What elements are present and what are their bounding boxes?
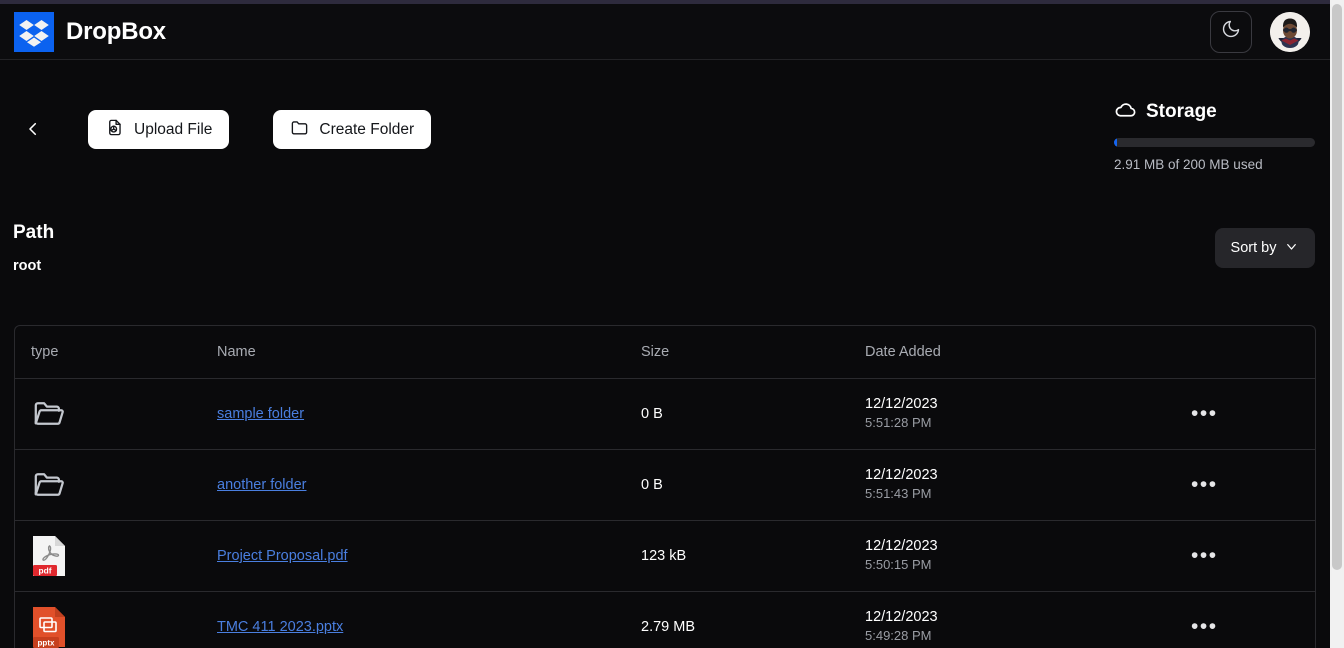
- sort-by-label: Sort by: [1230, 240, 1277, 256]
- file-time: 5:51:28 PM: [865, 415, 932, 431]
- file-type-cell: pdf: [15, 535, 217, 577]
- row-menu-button[interactable]: •••: [1191, 474, 1218, 495]
- brand-name: DropBox: [66, 17, 166, 45]
- file-upload-icon: [105, 118, 124, 142]
- file-type-cell: [15, 396, 217, 432]
- row-menu-button[interactable]: •••: [1191, 616, 1218, 637]
- file-time: 5:51:43 PM: [865, 486, 932, 502]
- row-actions-cell: •••: [1171, 545, 1315, 566]
- file-table: type Name Size Date Added sample folder 0…: [14, 325, 1316, 648]
- svg-text:pdf: pdf: [38, 565, 51, 575]
- create-folder-label: Create Folder: [319, 120, 415, 138]
- file-type-cell: pptx: [15, 606, 217, 648]
- moon-icon: [1221, 19, 1241, 44]
- upload-file-label: Upload File: [134, 120, 213, 138]
- row-actions-cell: •••: [1171, 474, 1315, 495]
- column-header-name: Name: [217, 344, 256, 360]
- file-name-cell: another folder: [217, 476, 641, 494]
- file-name-link[interactable]: sample folder: [217, 406, 304, 422]
- page-scrollbar[interactable]: [1330, 0, 1344, 648]
- storage-progress-fill: [1114, 138, 1117, 147]
- storage-usage-text: 2.91 MB of 200 MB used: [1114, 157, 1263, 172]
- file-date: 12/12/2023: [865, 537, 938, 554]
- file-date: 12/12/2023: [865, 395, 938, 412]
- file-name-cell: Project Proposal.pdf: [217, 547, 641, 565]
- row-menu-button[interactable]: •••: [1191, 545, 1218, 566]
- file-date-cell: 12/12/2023 5:50:15 PM: [865, 537, 1171, 575]
- folder-open-icon: [31, 396, 217, 432]
- chevron-down-icon: [1284, 239, 1299, 258]
- file-name-cell: TMC 411 2023.pptx: [217, 618, 641, 636]
- column-header-type: type: [31, 344, 59, 360]
- file-type-cell: [15, 467, 217, 503]
- file-date-cell: 12/12/2023 5:49:28 PM: [865, 608, 1171, 646]
- file-date: 12/12/2023: [865, 608, 938, 625]
- file-time: 5:49:28 PM: [865, 628, 932, 644]
- brand[interactable]: DropBox: [14, 11, 166, 52]
- file-size-cell: 0 B: [641, 406, 663, 422]
- column-header-size: Size: [641, 344, 670, 360]
- column-header-date: Date Added: [865, 344, 941, 360]
- dropbox-logo-icon: [14, 11, 54, 52]
- chevron-left-icon: [24, 120, 42, 141]
- dropbox-app: DropBox Upload File Create Folder Storag…: [0, 0, 1344, 648]
- pptx-file-icon: pptx: [31, 606, 217, 648]
- file-name-link[interactable]: Project Proposal.pdf: [217, 548, 348, 564]
- path-block: Path root: [13, 221, 54, 274]
- storage-progress-bar: [1114, 138, 1315, 147]
- table-row[interactable]: sample folder 0 B 12/12/2023 5:51:28 PM •••: [15, 379, 1315, 450]
- file-date-cell: 12/12/2023 5:51:43 PM: [865, 466, 1171, 504]
- path-value[interactable]: root: [13, 258, 54, 274]
- row-menu-button[interactable]: •••: [1191, 403, 1218, 424]
- page-scrollbar-thumb[interactable]: [1332, 4, 1342, 570]
- table-row[interactable]: pdf Project Proposal.pdf 123 kB 12/12/2023 5…: [15, 521, 1315, 592]
- back-button[interactable]: [16, 113, 50, 147]
- header-actions: [1210, 10, 1310, 53]
- file-name-link[interactable]: TMC 411 2023.pptx: [217, 619, 343, 635]
- folder-icon: [290, 118, 309, 142]
- path-title: Path: [13, 222, 55, 243]
- file-date-cell: 12/12/2023 5:51:28 PM: [865, 395, 1171, 433]
- file-time: 5:50:15 PM: [865, 557, 932, 573]
- table-row[interactable]: pptx TMC 411 2023.pptx 2.79 MB 12/12/2023 5:…: [15, 592, 1315, 648]
- file-name-link[interactable]: another folder: [217, 477, 306, 493]
- table-header-row: type Name Size Date Added: [15, 326, 1315, 379]
- cloud-icon: [1114, 98, 1137, 126]
- theme-toggle-button[interactable]: [1210, 10, 1252, 53]
- folder-open-icon: [31, 467, 217, 503]
- storage-title: Storage: [1146, 101, 1217, 122]
- upload-file-button[interactable]: Upload File: [88, 110, 230, 149]
- pdf-file-icon: pdf: [31, 535, 217, 577]
- avatar[interactable]: [1270, 11, 1310, 52]
- file-name-cell: sample folder: [217, 405, 641, 423]
- storage-panel: Storage 2.91 MB of 200 MB used: [1114, 98, 1316, 172]
- sort-by-button[interactable]: Sort by: [1215, 228, 1315, 268]
- file-date: 12/12/2023: [865, 466, 938, 483]
- row-actions-cell: •••: [1171, 616, 1315, 637]
- file-size-cell: 2.79 MB: [641, 619, 695, 635]
- table-body: sample folder 0 B 12/12/2023 5:51:28 PM ••• a…: [15, 379, 1315, 648]
- row-actions-cell: •••: [1171, 403, 1315, 424]
- file-size-cell: 0 B: [641, 477, 663, 493]
- create-folder-button[interactable]: Create Folder: [273, 110, 432, 149]
- svg-text:pptx: pptx: [38, 638, 55, 647]
- table-row[interactable]: another folder 0 B 12/12/2023 5:51:43 PM •••: [15, 450, 1315, 521]
- file-size-cell: 123 kB: [641, 548, 687, 564]
- app-header: DropBox: [0, 4, 1330, 60]
- storage-header: Storage: [1114, 98, 1316, 126]
